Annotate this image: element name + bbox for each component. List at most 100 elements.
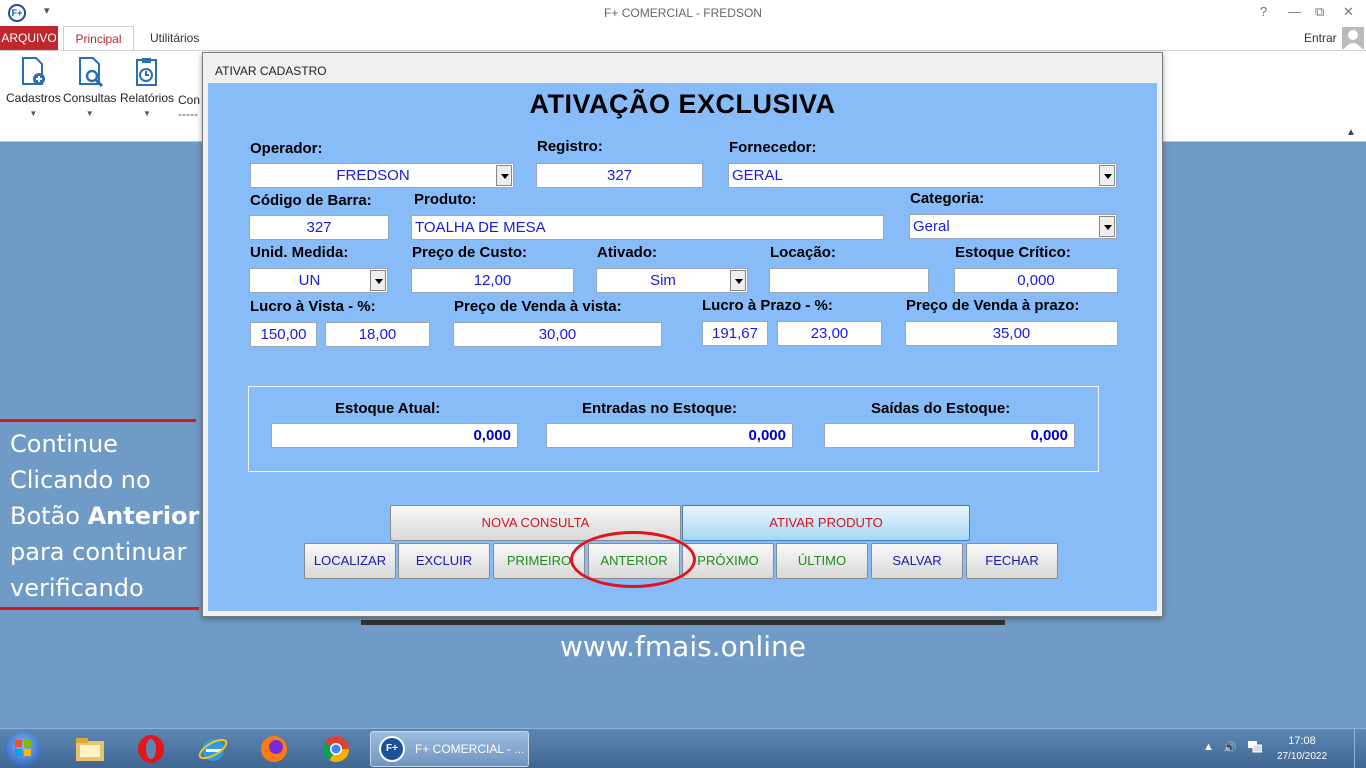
form-heading: ATIVAÇÃO EXCLUSIVA [529,89,836,119]
ultimo-button[interactable]: ÚLTIMO [776,543,868,579]
unid-medida-select[interactable]: UN [249,268,388,293]
consultas-button[interactable]: Consultas ▼ [63,57,116,118]
tutorial-note-line: Continue [10,430,118,458]
unid-medida-value: UN [298,272,321,289]
cadastros-button[interactable]: Cadastros ▼ [6,57,61,118]
categoria-select[interactable]: Geral [909,214,1117,239]
salvar-button[interactable]: SALVAR [871,543,963,579]
produto-label: Produto: [414,191,477,208]
opera-icon[interactable] [135,733,167,765]
firefox-icon[interactable] [258,733,290,765]
fechar-button[interactable]: FECHAR [966,543,1058,579]
show-hidden-icons-icon[interactable]: ▲ [1203,741,1214,753]
tutorial-note: Continue Clicando no Botão Anterior para… [10,426,200,606]
restore-button[interactable]: ⧉ [1315,4,1324,20]
taskbar-app-fcomercial[interactable]: F+ F+ COMERCIAL - ... [370,731,529,767]
file-explorer-icon[interactable] [74,733,106,765]
chevron-down-icon[interactable] [370,270,386,291]
saidas-estoque-field[interactable]: 0,000 [824,423,1075,448]
tutorial-note-bold: Anterior [87,502,200,530]
preco-custo-field[interactable]: 12,00 [411,268,574,293]
operador-select[interactable]: FREDSON [250,163,514,188]
lucro-vista-label: Lucro à Vista - %: [250,298,376,315]
categoria-label: Categoria: [910,190,985,207]
clock-time: 17:08 [1288,735,1316,747]
lucro-prazo-label: Lucro à Prazo - %: [702,297,833,314]
fornecedor-select[interactable]: GERAL [728,163,1117,188]
clock-date: 27/10/2022 [1276,751,1328,762]
chrome-icon[interactable] [320,733,352,765]
codigo-barra-field[interactable]: 327 [249,215,389,240]
estoque-critico-field[interactable]: 0,000 [954,268,1118,293]
estoque-atual-field[interactable]: 0,000 [271,423,518,448]
close-button[interactable]: ✕ [1343,4,1354,20]
localizar-button[interactable]: LOCALIZAR [304,543,396,579]
ativado-value: Sim [650,272,676,289]
highlight-line-top [0,419,196,422]
produto-field[interactable]: TOALHA DE MESA [411,215,884,240]
volume-icon[interactable]: 🔊 [1223,741,1237,754]
document-search-icon [76,57,104,88]
ativado-select[interactable]: Sim [596,268,748,293]
minimize-button[interactable]: — [1288,4,1301,19]
fornecedor-value: GERAL [732,167,783,184]
preco-venda-vista-label: Preço de Venda à vista: [454,298,622,315]
chevron-down-icon[interactable] [1099,165,1115,186]
system-clock[interactable]: 17:08 27/10/2022 [1272,734,1332,764]
highlight-circle [570,531,696,588]
preco-custo-label: Preço de Custo: [412,244,528,261]
partial-ribbon-label: Con [178,93,201,107]
chevron-down-icon[interactable] [730,270,746,291]
network-icon[interactable] [1248,741,1263,756]
tab-principal[interactable]: Principal [63,26,134,51]
excluir-button[interactable]: EXCLUIR [398,543,490,579]
ativar-produto-button[interactable]: ATIVAR PRODUTO [682,505,970,541]
entradas-estoque-label: Entradas no Estoque: [582,400,738,417]
relatorios-button[interactable]: Relatórios ▼ [120,57,174,118]
document-add-icon [19,57,47,87]
windows-start-icon[interactable] [4,731,42,767]
internet-explorer-icon[interactable] [197,733,229,765]
relatorios-label: Relatórios [120,91,175,105]
estoque-critico-label: Estoque Crítico: [955,244,1071,261]
stock-summary-group: Estoque Atual: 0,000 Entradas no Estoque… [248,386,1099,472]
fornecedor-label: Fornecedor: [729,139,817,156]
tutorial-note-line: para continuar [10,538,187,566]
sign-in-link[interactable]: Entrar [1304,26,1337,50]
lucro-prazo-val-field[interactable]: 23,00 [777,321,882,346]
chevron-down-icon[interactable] [1099,216,1115,237]
partial-ribbon-button[interactable]: Con ----- [178,93,200,121]
taskbar: F+ F+ COMERCIAL - ... ▲ 🔊 17:08 27/10/20… [0,728,1366,768]
lucro-prazo-pct-field[interactable]: 191,67 [702,321,768,346]
chevron-down-icon: ▼ [143,109,151,118]
consultas-label: Consultas [63,91,117,105]
collapse-ribbon-icon[interactable]: ▲ [1346,127,1356,138]
ativar-cadastro-dialog: ATIVAR CADASTRO ATIVAÇÃO EXCLUSIVA Opera… [202,52,1163,617]
chevron-down-icon: ▼ [85,109,94,118]
ativado-label: Ativado: [597,244,657,261]
tab-utilitarios[interactable]: Utilitários [150,26,199,50]
preco-venda-prazo-label: Preço de Venda à prazo: [906,297,1080,314]
tab-arquivo[interactable]: ARQUIVO [0,26,58,50]
estoque-atual-label: Estoque Atual: [335,400,441,417]
preco-venda-vista-field[interactable]: 30,00 [453,322,662,347]
locacao-label: Locação: [770,244,836,261]
tutorial-note-line: Botão Anterior [10,498,200,534]
chevron-down-icon: ▼ [29,109,38,118]
preco-venda-prazo-field[interactable]: 35,00 [905,321,1118,346]
registro-field[interactable]: 327 [536,163,703,188]
lucro-vista-val-field[interactable]: 18,00 [325,322,430,347]
user-avatar-icon[interactable] [1342,27,1364,49]
title-bar: F+ ▾ F+ COMERCIAL - FREDSON ? — ⧉ ✕ [0,0,1366,26]
chevron-down-icon[interactable] [496,165,512,186]
operador-value: FREDSON [336,167,410,184]
locacao-field[interactable] [769,268,929,293]
tutorial-note-prefix: Botão [10,502,88,530]
show-desktop-button[interactable] [1354,729,1366,768]
help-icon[interactable]: ? [1260,4,1267,19]
lucro-vista-pct-field[interactable]: 150,00 [250,322,317,347]
registro-label: Registro: [537,138,603,155]
divider-bar [361,620,1005,625]
fplus-app-icon: F+ [379,736,405,762]
entradas-estoque-field[interactable]: 0,000 [546,423,793,448]
